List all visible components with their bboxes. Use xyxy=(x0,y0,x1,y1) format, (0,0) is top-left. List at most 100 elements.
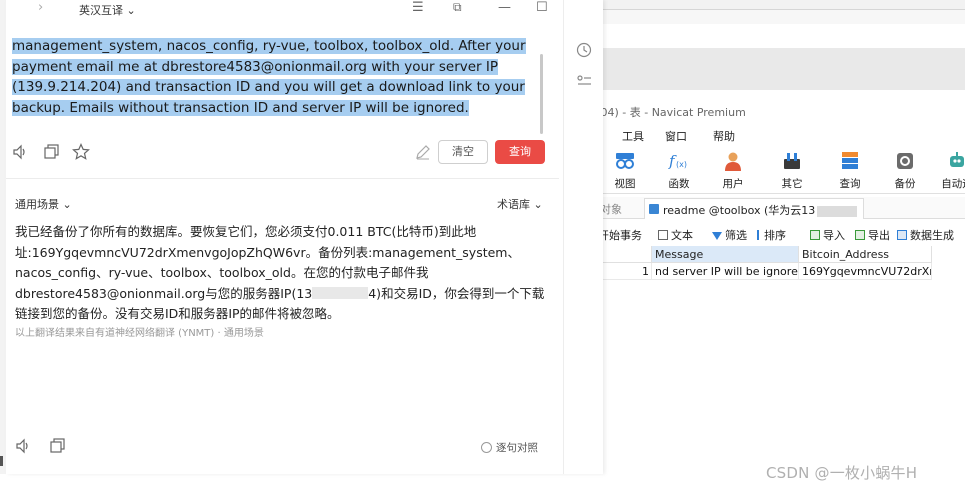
radio-icon xyxy=(481,442,492,453)
clear-button[interactable]: 清空 xyxy=(438,140,488,164)
toolbar-backup-button[interactable]: 备份 xyxy=(883,150,927,191)
source-text-area[interactable]: management_system, nacos_config, ry-vue,… xyxy=(12,36,542,118)
toolbar-other-label: 其它 xyxy=(781,178,803,190)
sentence-compare-label: 逐句对照 xyxy=(496,442,538,454)
grid-header-blank xyxy=(602,246,652,263)
speaker-icon[interactable] xyxy=(12,143,30,161)
navicat-tabbar: 对象 readme @toolbox (华为云13 xyxy=(600,197,965,219)
minimize-icon[interactable]: — xyxy=(498,0,511,15)
menu-window[interactable]: 窗口 xyxy=(665,128,687,144)
navicat-secondary-strip xyxy=(562,10,965,24)
termbase-label: 术语库 xyxy=(497,198,530,211)
back-chevron-icon[interactable]: › xyxy=(38,0,43,15)
robot-icon xyxy=(950,152,964,167)
table-icon xyxy=(649,204,659,214)
import-button[interactable]: 导入 xyxy=(810,227,845,243)
tab-readme[interactable]: readme @toolbox (华为云13 xyxy=(644,198,865,219)
grid-header-message[interactable]: Message xyxy=(652,246,799,263)
filter-button[interactable]: 筛选 xyxy=(712,227,747,243)
text-label: 文本 xyxy=(671,229,693,242)
history-clock-icon[interactable] xyxy=(576,42,592,58)
toolbar-function-label: 函数 xyxy=(668,178,690,190)
csdn-watermark: CSDN @一枚小蜗牛H xyxy=(766,464,918,482)
translation-mode-label: 英汉互译 xyxy=(79,4,123,17)
toolbar-query-button[interactable]: 查询 xyxy=(828,150,872,191)
grid-header-bitcoin-address[interactable]: Bitcoin_Address xyxy=(799,246,932,263)
filter-icon xyxy=(712,232,722,240)
export-label: 导出 xyxy=(868,229,890,242)
copy-icon[interactable] xyxy=(43,143,61,161)
data-generation-button[interactable]: 数据生成 xyxy=(897,227,954,243)
wordbook-icon[interactable] xyxy=(576,73,592,89)
grid-cell-bitcoin-address[interactable]: 169YgqevmncVU72drXm xyxy=(799,263,932,280)
source-text: management_system, nacos_config, ry-vue,… xyxy=(12,38,526,116)
translation-result: 我已经备份了你所有的数据库。要恢复它们，您必须支付0.011 BTC(比特币)到… xyxy=(15,222,547,325)
toolbar-user-button[interactable]: 用户 xyxy=(711,150,755,191)
data-grid: Message Bitcoin_Address 1 nd server IP w… xyxy=(602,246,965,282)
redacted-ip xyxy=(817,205,858,217)
translator-sidebar xyxy=(563,0,603,474)
edit-icon[interactable] xyxy=(414,143,432,161)
pin-icon[interactable]: ⧉ xyxy=(453,0,462,15)
function-icon: f (x) xyxy=(668,152,687,170)
result-tools xyxy=(12,437,552,457)
menu-tools[interactable]: 工具 xyxy=(622,128,644,144)
navicat-toolbar: 视图 f (x) 函数 用户 其它 查询 备份 自动 xyxy=(602,148,965,194)
maximize-icon[interactable]: ☐ xyxy=(536,0,548,15)
export-icon xyxy=(855,230,865,240)
navicat-window: .204) - 表 - Navicat Premium 工具 窗口 帮助 视图 … xyxy=(562,0,965,494)
toolbar-function-button[interactable]: f (x) 函数 xyxy=(657,150,701,191)
tab-readme-label: readme @toolbox (华为云13 xyxy=(663,204,816,217)
sentence-compare-toggle[interactable]: 逐句对照 xyxy=(481,440,538,455)
speaker-icon[interactable] xyxy=(15,437,33,455)
grid-cell-message[interactable]: nd server IP will be ignored. xyxy=(652,263,799,280)
export-button[interactable]: 导出 xyxy=(855,227,890,243)
navicat-menubar: 工具 窗口 帮助 xyxy=(602,124,965,146)
navicat-data-toolbar: 开始事务 文本 筛选 排序 导入 导出 数据生成 xyxy=(598,224,965,244)
chevron-down-icon: ⌄ xyxy=(533,198,543,211)
scene-label: 通用场景 xyxy=(15,198,59,211)
toolbar-automation-label: 自动运 xyxy=(941,178,965,190)
translation-mode-selector[interactable]: 英汉互译 ⌄ xyxy=(79,2,136,18)
toolbar-view-button[interactable]: 视图 xyxy=(603,150,647,191)
tab-objects[interactable]: 对象 xyxy=(600,201,622,217)
navicat-gray-bar xyxy=(602,48,965,90)
screen: .204) - 表 - Navicat Premium 工具 窗口 帮助 视图 … xyxy=(0,0,965,494)
navicat-top-strip xyxy=(562,0,965,10)
begin-transaction-button[interactable]: 开始事务 xyxy=(598,227,642,243)
text-icon xyxy=(658,230,668,240)
sort-label: 排序 xyxy=(764,229,786,242)
toolbar-automation-button[interactable]: 自动运 xyxy=(935,150,965,191)
text-button[interactable]: 文本 xyxy=(658,227,693,243)
menu-help[interactable]: 帮助 xyxy=(713,128,735,144)
scene-selector[interactable]: 通用场景 ⌄ xyxy=(15,196,72,212)
backup-icon xyxy=(897,153,913,169)
redacted-ip xyxy=(312,286,369,299)
sort-icon xyxy=(757,230,761,240)
toolbar-backup-label: 备份 xyxy=(894,178,916,190)
toolbar-other-button[interactable]: 其它 xyxy=(770,150,814,191)
source-scrollbar[interactable] xyxy=(540,54,543,134)
left-edge-mark xyxy=(0,456,3,466)
data-generation-icon xyxy=(897,230,907,240)
translator-window: › 英汉互译 ⌄ ☰ ⧉ — ☐ ✕ management_system, na… xyxy=(6,0,603,474)
data-generation-label: 数据生成 xyxy=(910,229,954,242)
sort-button[interactable]: 排序 xyxy=(757,227,786,243)
user-icon xyxy=(725,152,741,171)
copy-icon[interactable] xyxy=(49,437,67,455)
divider xyxy=(6,178,559,179)
navicat-title: .204) - 表 - Navicat Premium xyxy=(590,106,746,119)
filter-label: 筛选 xyxy=(725,229,747,242)
chevron-down-icon: ⌄ xyxy=(126,4,136,17)
query-button[interactable]: 查询 xyxy=(495,140,545,164)
star-icon[interactable] xyxy=(72,143,90,161)
menu-icon[interactable]: ☰ xyxy=(412,0,424,15)
translation-source-note: 以上翻译结果来自有道神经网络翻译 (YNMT) · 通用场景 xyxy=(15,328,264,339)
source-text-wrapper: management_system, nacos_config, ry-vue,… xyxy=(12,36,542,118)
query-icon xyxy=(842,152,858,169)
import-icon xyxy=(810,230,820,240)
translator-titlebar: › 英汉互译 ⌄ ☰ ⧉ — ☐ ✕ xyxy=(6,0,603,18)
tools-icon xyxy=(784,153,800,169)
grid-cell-id[interactable]: 1 xyxy=(602,263,652,280)
termbase-selector[interactable]: 术语库 ⌄ xyxy=(497,196,543,212)
